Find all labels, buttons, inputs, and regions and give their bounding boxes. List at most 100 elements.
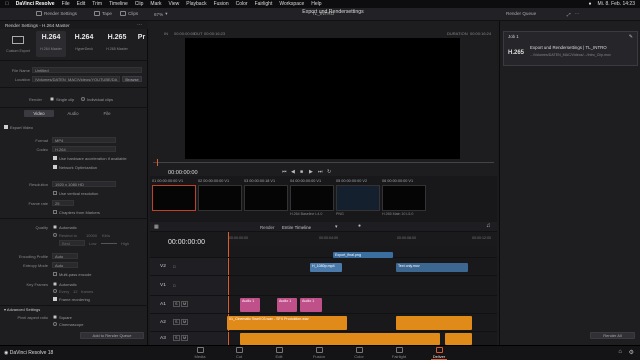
preset-custom-export[interactable]: Custom Export: [3, 31, 33, 57]
page-fairlight[interactable]: Fairlight: [383, 347, 415, 359]
menu-clip[interactable]: Clip: [135, 1, 144, 7]
menu-playback[interactable]: Playback: [186, 1, 206, 7]
timeline-clip[interactable]: [396, 316, 472, 330]
multipass-checkbox[interactable]: [53, 272, 57, 276]
individual-clips-radio[interactable]: [81, 97, 85, 101]
track-toggle-icon[interactable]: □: [173, 283, 175, 288]
mute-button[interactable]: S: [173, 319, 180, 325]
solo-button[interactable]: M: [181, 301, 189, 307]
clip-04[interactable]: 04 00:00:00:00 V1 H.264 Baseline L4.0: [290, 179, 334, 219]
more-icon[interactable]: ⋯: [575, 11, 580, 17]
encoding-profile-select[interactable]: Auto: [52, 253, 78, 259]
page-fusion[interactable]: Fusion: [303, 347, 335, 359]
settings-icon[interactable]: ⚙: [629, 349, 634, 356]
timeline-clip[interactable]: Audio 1: [240, 298, 260, 312]
every-value[interactable]: 12: [73, 289, 77, 294]
timeline-view-icon[interactable]: ▦: [154, 224, 159, 230]
menu-edit[interactable]: Edit: [77, 1, 86, 7]
framerate-select[interactable]: 25: [52, 200, 74, 206]
preset-hyperdeck[interactable]: H.264 HyperDeck: [69, 31, 99, 57]
play-icon[interactable]: ▶: [309, 169, 313, 175]
scrubber[interactable]: [153, 162, 494, 163]
step-back-icon[interactable]: ◀: [291, 169, 295, 175]
zoom-select[interactable]: 67% ▾: [154, 11, 168, 17]
render-range-select[interactable]: Entire Timeline: [282, 225, 311, 230]
chevron-down-icon[interactable]: ▾: [335, 224, 338, 230]
page-edit[interactable]: Edit: [263, 347, 295, 359]
solo-button[interactable]: M: [181, 319, 189, 325]
menu-file[interactable]: File: [62, 1, 70, 7]
timeline-ruler[interactable]: 00:00:00:00 00:00:04:00 00:00:08:00 00:0…: [227, 232, 497, 246]
render-settings-toggle[interactable]: Render Settings: [36, 11, 77, 16]
render-all-button[interactable]: Render All: [590, 332, 635, 339]
page-cut[interactable]: Cut: [223, 347, 255, 359]
page-media[interactable]: Media: [184, 347, 216, 359]
tab-file[interactable]: File: [92, 110, 122, 117]
home-icon[interactable]: ⌂: [618, 349, 622, 355]
resolution-select[interactable]: 1920 x 1080 HD: [52, 181, 116, 187]
solo-button[interactable]: M: [181, 335, 189, 341]
timeline-clip[interactable]: H_1080p.mp4: [310, 263, 342, 272]
loop-icon[interactable]: ↻: [327, 169, 331, 175]
clips-toggle[interactable]: Clips: [120, 11, 138, 16]
render-job[interactable]: Job 1 ✎ Export und Rendersettings | TL_I…: [503, 31, 638, 66]
page-deliver[interactable]: Deliver: [423, 347, 455, 360]
network-opt-checkbox[interactable]: [53, 165, 57, 169]
chapters-checkbox[interactable]: [53, 210, 57, 214]
clip-01[interactable]: 01 00:00:00:00 V1: [152, 179, 196, 219]
stop-icon[interactable]: ■: [300, 169, 303, 175]
wifi-icon[interactable]: ●: [588, 1, 591, 7]
music-icon[interactable]: ♫: [486, 223, 491, 229]
menu-mark[interactable]: Mark: [150, 1, 161, 7]
mute-button[interactable]: S: [173, 335, 180, 341]
menu-fairlight[interactable]: Fairlight: [255, 1, 273, 7]
vertical-res-checkbox[interactable]: [53, 191, 57, 195]
preset-h264-master[interactable]: H.264 H.264 Master: [36, 31, 66, 57]
tape-toggle[interactable]: Tape: [94, 11, 112, 16]
hw-accel-checkbox[interactable]: [53, 156, 57, 160]
expand-icon[interactable]: ⤢: [567, 12, 571, 17]
quality-auto-radio[interactable]: [53, 225, 57, 229]
page-color[interactable]: Color: [343, 347, 375, 359]
timeline-clip[interactable]: [445, 333, 472, 345]
menu-help[interactable]: Help: [311, 1, 321, 7]
timeline-clip[interactable]: Export_final.png: [333, 252, 393, 258]
menu-timeline[interactable]: Timeline: [109, 1, 128, 7]
timeline-clip[interactable]: [240, 333, 440, 345]
advanced-settings-toggle[interactable]: ▾ Advanced Settings: [4, 307, 40, 312]
menu-app[interactable]: DaVinci Resolve: [16, 1, 55, 7]
marker-icon[interactable]: ●: [358, 223, 361, 229]
timeline-clip[interactable]: Audio 1: [300, 298, 322, 312]
format-select[interactable]: MP4: [52, 137, 116, 143]
tab-audio[interactable]: Audio: [58, 110, 88, 117]
timeline-clip[interactable]: Text only.mov: [396, 263, 468, 272]
menu-trim[interactable]: Trim: [92, 1, 102, 7]
more-icon[interactable]: ⋯: [137, 22, 142, 28]
menu-view[interactable]: View: [169, 1, 180, 7]
timeline-clip[interactable]: Audio 1: [277, 298, 297, 312]
tab-video[interactable]: Video: [24, 110, 54, 117]
skip-end-icon[interactable]: ⏭: [318, 169, 323, 175]
menu-fusion[interactable]: Fusion: [214, 1, 229, 7]
scrubber-playhead[interactable]: [157, 159, 158, 166]
single-clip-radio[interactable]: [50, 97, 54, 101]
menu-workspace[interactable]: Workspace: [279, 1, 304, 7]
track-toggle-icon[interactable]: □: [173, 264, 175, 269]
add-to-render-queue-button[interactable]: Add to Render Queue: [80, 332, 144, 339]
clip-06[interactable]: 06 00:00:00:00 V1 H.265 Main 10 L5.0: [382, 179, 426, 219]
keyframes-auto-radio[interactable]: [53, 282, 57, 286]
timeline-clip[interactable]: 01_Cinematic Swell 03.wav - SFX Produkti…: [227, 316, 347, 330]
codec-select[interactable]: H.264: [52, 146, 116, 152]
browse-button[interactable]: Browse: [122, 76, 142, 82]
location-input[interactable]: /Volumes/DATEN_MAC/Videos/YOUTUBE/DA: [32, 76, 120, 82]
viewer-screen[interactable]: [185, 38, 460, 159]
mute-button[interactable]: S: [173, 301, 180, 307]
export-video-checkbox[interactable]: [4, 125, 8, 129]
quality-best-select[interactable]: Best: [59, 240, 85, 246]
preset-more[interactable]: Pr: [135, 31, 148, 57]
edit-icon[interactable]: ✎: [629, 34, 633, 40]
clip-03[interactable]: 03 00:00:00:18 V1: [244, 179, 288, 219]
entropy-select[interactable]: Auto: [52, 262, 78, 268]
keyframes-every-radio[interactable]: [53, 289, 57, 293]
restrict-radio[interactable]: [53, 233, 57, 237]
